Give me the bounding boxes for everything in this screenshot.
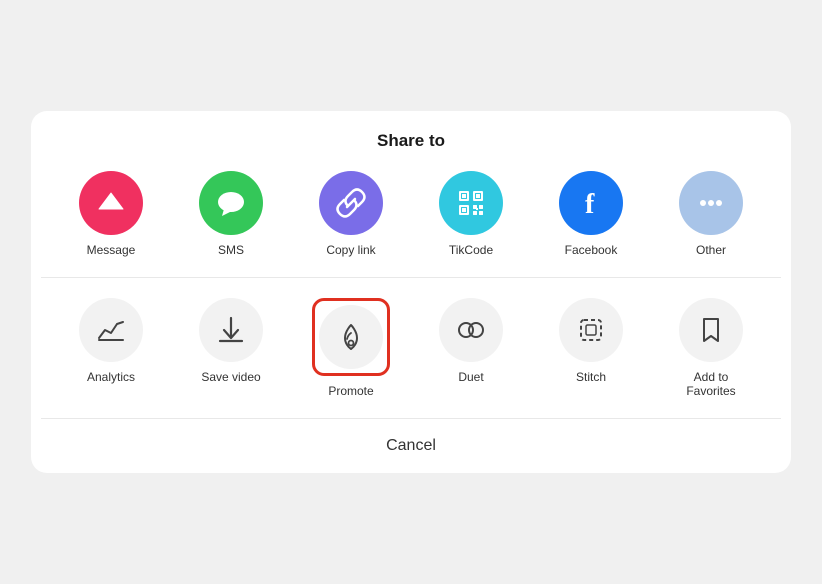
share-item-copy-link[interactable]: Copy link [301, 171, 401, 257]
share-item-facebook[interactable]: f Facebook [541, 171, 641, 257]
share-label-message: Message [87, 243, 136, 257]
action-item-promote[interactable]: Promote [301, 298, 401, 398]
facebook-icon-circle: f [559, 171, 623, 235]
promote-icon-circle [319, 305, 383, 369]
promote-highlight-border [312, 298, 390, 376]
action-label-analytics: Analytics [87, 370, 135, 384]
cancel-button[interactable]: Cancel [41, 418, 781, 473]
action-label-duet: Duet [458, 370, 483, 384]
action-label-save-video: Save video [201, 370, 260, 384]
action-item-save-video[interactable]: Save video [181, 298, 281, 384]
other-icon-circle [679, 171, 743, 235]
action-label-add-favorites: Add to Favorites [686, 370, 735, 398]
action-label-stitch: Stitch [576, 370, 606, 384]
action-item-analytics[interactable]: Analytics [61, 298, 161, 384]
share-item-other[interactable]: Other [661, 171, 761, 257]
share-label-other: Other [696, 243, 726, 257]
tikcode-icon-circle [439, 171, 503, 235]
add-favorites-icon-circle [679, 298, 743, 362]
message-icon-circle [79, 171, 143, 235]
save-video-icon-circle [199, 298, 263, 362]
action-label-promote: Promote [328, 384, 373, 398]
cancel-label: Cancel [386, 437, 436, 454]
share-row: Message SMS Copy link [41, 171, 781, 277]
share-item-sms[interactable]: SMS [181, 171, 281, 257]
action-item-duet[interactable]: Duet [421, 298, 521, 384]
share-item-message[interactable]: Message [61, 171, 161, 257]
action-item-stitch[interactable]: Stitch [541, 298, 641, 384]
share-modal: Share to Message SMS [31, 111, 791, 473]
copy-link-icon-circle [319, 171, 383, 235]
duet-icon-circle [439, 298, 503, 362]
action-item-add-favorites[interactable]: Add to Favorites [661, 298, 761, 398]
share-label-copy-link: Copy link [326, 243, 375, 257]
share-item-tikcode[interactable]: TikCode [421, 171, 521, 257]
modal-title: Share to [41, 131, 781, 151]
stitch-icon-circle [559, 298, 623, 362]
share-label-sms: SMS [218, 243, 244, 257]
svg-text:f: f [585, 189, 595, 220]
sms-icon-circle [199, 171, 263, 235]
action-row: Analytics Save video [41, 278, 781, 418]
share-label-tikcode: TikCode [449, 243, 493, 257]
share-label-facebook: Facebook [565, 243, 618, 257]
analytics-icon-circle [79, 298, 143, 362]
